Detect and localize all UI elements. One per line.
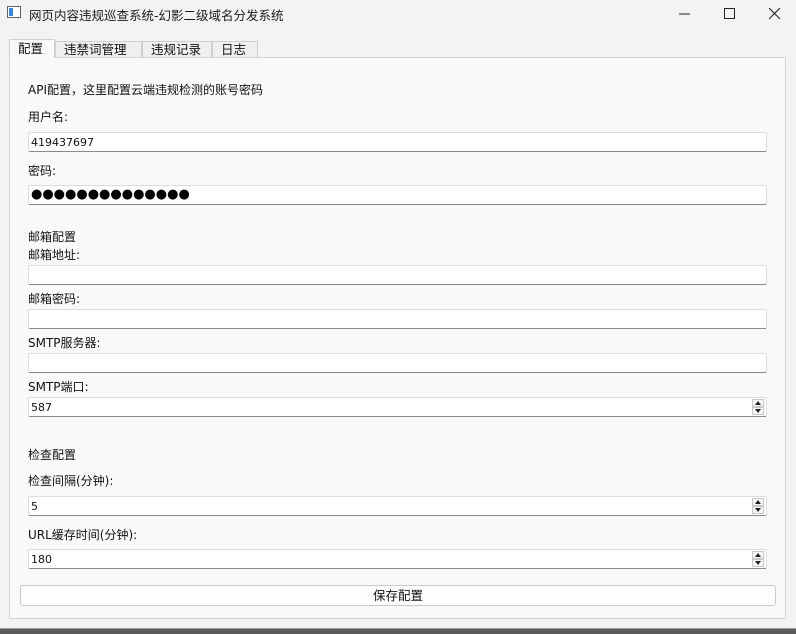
email-address-label: 邮箱地址: xyxy=(28,248,81,262)
app-window: 网页内容违规巡查系统-幻影二级域名分发系统 配置 违禁词管理 违规记录 日志 A… xyxy=(0,0,796,629)
username-label: 用户名: xyxy=(28,110,69,124)
smtp-port-value: 587 xyxy=(31,401,52,414)
smtp-port-label: SMTP端口: xyxy=(28,380,89,394)
smtp-port-stepper xyxy=(752,399,764,415)
maximize-icon xyxy=(724,8,735,19)
decrement-arrow-icon[interactable] xyxy=(752,506,764,514)
save-config-button[interactable]: 保存配置 xyxy=(20,585,776,606)
username-field[interactable]: 419437697 xyxy=(28,132,767,152)
close-button[interactable] xyxy=(752,0,796,28)
password-value: ●●●●●●●●●●●●●● xyxy=(31,187,190,202)
check-interval-value: 5 xyxy=(31,500,38,513)
check-interval-stepper xyxy=(752,498,764,514)
increment-arrow-icon[interactable] xyxy=(752,551,764,559)
minimize-icon xyxy=(679,13,690,15)
url-cache-label: URL缓存时间(分钟): xyxy=(28,528,138,542)
smtp-server-field[interactable] xyxy=(28,353,767,373)
increment-arrow-icon[interactable] xyxy=(752,498,764,506)
decrement-arrow-icon[interactable] xyxy=(752,407,764,415)
tab-config[interactable]: 配置 xyxy=(9,39,55,58)
check-interval-label: 检查间隔(分钟): xyxy=(28,474,114,488)
api-section-heading: API配置，这里配置云端违规检测的账号密码 xyxy=(28,83,263,97)
email-section-heading: 邮箱配置 xyxy=(28,230,77,244)
url-cache-stepper xyxy=(752,551,764,567)
close-icon xyxy=(769,8,781,20)
decrement-arrow-icon[interactable] xyxy=(752,559,764,567)
url-cache-value: 180 xyxy=(31,553,52,566)
smtp-port-spinbox[interactable]: 587 xyxy=(28,397,767,417)
tab-logs[interactable]: 日志 xyxy=(212,41,258,57)
password-label: 密码: xyxy=(28,164,57,178)
check-section-heading: 检查配置 xyxy=(28,448,77,462)
check-interval-spinbox[interactable]: 5 xyxy=(28,496,767,516)
minimize-button[interactable] xyxy=(662,0,708,28)
title-bar: 网页内容违规巡查系统-幻影二级域名分发系统 xyxy=(0,0,796,28)
window-title: 网页内容违规巡查系统-幻影二级域名分发系统 xyxy=(29,8,284,23)
url-cache-spinbox[interactable]: 180 xyxy=(28,549,767,569)
password-field[interactable]: ●●●●●●●●●●●●●● xyxy=(28,185,767,205)
email-password-label: 邮箱密码: xyxy=(28,292,81,306)
increment-arrow-icon[interactable] xyxy=(752,399,764,407)
maximize-button[interactable] xyxy=(707,0,753,28)
email-address-field[interactable] xyxy=(28,265,767,285)
app-icon xyxy=(7,6,21,18)
username-value: 419437697 xyxy=(31,136,94,149)
smtp-server-label: SMTP服务器: xyxy=(28,336,101,350)
tab-banned-words[interactable]: 违禁词管理 xyxy=(55,41,142,57)
email-password-field[interactable] xyxy=(28,309,767,329)
tab-violation-records[interactable]: 违规记录 xyxy=(142,41,212,57)
